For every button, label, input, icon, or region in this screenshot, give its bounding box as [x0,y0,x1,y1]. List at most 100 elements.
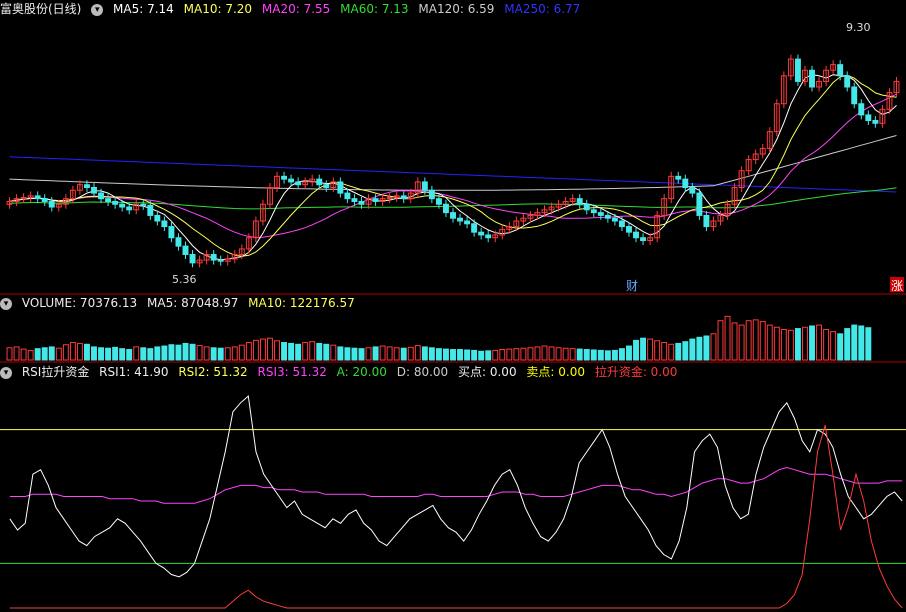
ma60-label: MA60: 7.13 [340,2,409,16]
candle [485,234,492,239]
candle [316,178,323,186]
candle [703,214,710,228]
candle [696,192,703,216]
volume-bar [703,335,710,361]
volume-bar [661,342,668,361]
main-panel-header: 富奥股份(日线) ▾ MA5: 7.14 MA10: 7.20 MA20: 7.… [0,0,586,18]
chevron-down-icon[interactable]: ▾ [0,366,12,379]
volume-bar [196,345,203,361]
rsi2-label: RSI2: 51.32 [178,365,248,379]
volume-bar [794,328,801,361]
marker-cai: 财 [626,279,638,293]
rsi2-line [9,466,903,504]
candle [583,203,590,211]
volume-bar [400,347,407,361]
chevron-down-icon[interactable]: ▾ [91,3,104,16]
volume-bar [492,349,499,361]
volume-bar [231,346,238,361]
stock-title: 富奥股份(日线) [0,2,82,16]
volume-bar [281,342,288,361]
candle [168,226,175,239]
volume-ma10-label: MA10: 122176.57 [248,296,355,310]
candle [217,259,224,262]
rsi1-label: RSI1: 41.90 [99,365,169,379]
volume-bar [175,344,182,361]
volume-bar [76,342,83,361]
volume-bar [738,324,745,361]
volume-bar [520,347,527,361]
a-label: A: 20.00 [336,365,387,379]
volume-bar [611,349,618,361]
volume-bar [851,324,858,361]
candle [626,226,632,233]
volume-bar [865,327,872,361]
volume-label: VOLUME: 70376.13 [21,296,138,310]
volume-bar [386,346,393,361]
volume-bar [259,338,266,361]
volume-bar [83,343,90,361]
fund-label: 拉升资金: 0.00 [594,365,678,379]
volume-bar [830,331,837,361]
volume-bar [633,339,639,361]
volume-bar [126,349,133,361]
candle [597,212,604,216]
volume-bar [372,346,379,361]
candle [358,200,365,205]
volume-bar [379,345,386,361]
candle [372,198,379,202]
chevron-down-icon[interactable]: ▾ [0,297,12,310]
candle [400,195,407,200]
candle [689,187,696,194]
volume-bar [267,337,273,361]
candle [450,212,456,219]
volume-bar [759,321,766,361]
volume-bar [548,346,555,361]
ma5-line [9,74,897,261]
volume-bar [837,333,844,361]
volume-bar [182,342,189,361]
volume-bar [724,315,731,361]
ma5-label: MA5: 7.14 [113,2,174,16]
volume-bar [745,320,752,361]
candle [189,254,196,264]
ma20-label: MA20: 7.55 [261,2,331,16]
candle [851,86,858,105]
volume-bar [48,346,55,361]
volume-panel-header: ▾ VOLUME: 70376.13 MA5: 87048.97 MA10: 1… [0,294,361,312]
candle [464,220,471,225]
volume-bar [485,350,492,361]
volume-bar [844,328,851,361]
candle [618,220,625,228]
volume-bar [238,344,245,361]
volume-bar [119,348,126,361]
volume-bar [457,349,464,361]
volume-bar [752,319,759,361]
volume-bar [147,348,154,361]
ma250-label: MA250: 6.77 [504,2,581,16]
volume-bar [274,340,280,361]
candle [281,175,288,180]
volume-bar [245,342,252,361]
volume-bar [288,342,295,361]
volume-bar [13,346,20,361]
candle [98,192,104,200]
volume-bar [168,344,175,361]
candle [344,192,351,200]
volume-bar [112,346,119,361]
volume-bar [69,342,76,361]
candle [858,103,865,116]
volume-bar [471,349,478,361]
volume-bar [295,343,302,361]
candle [809,69,815,88]
volume-bar [105,347,112,361]
volume-bar [506,348,513,361]
volume-bar [20,348,27,361]
candle [161,220,168,228]
candle [295,181,302,186]
volume-bar [414,345,421,361]
volume-bar [62,344,69,361]
candle [675,175,682,180]
volume-bar [91,346,97,361]
candle [83,184,90,188]
volume-bar [161,345,168,361]
